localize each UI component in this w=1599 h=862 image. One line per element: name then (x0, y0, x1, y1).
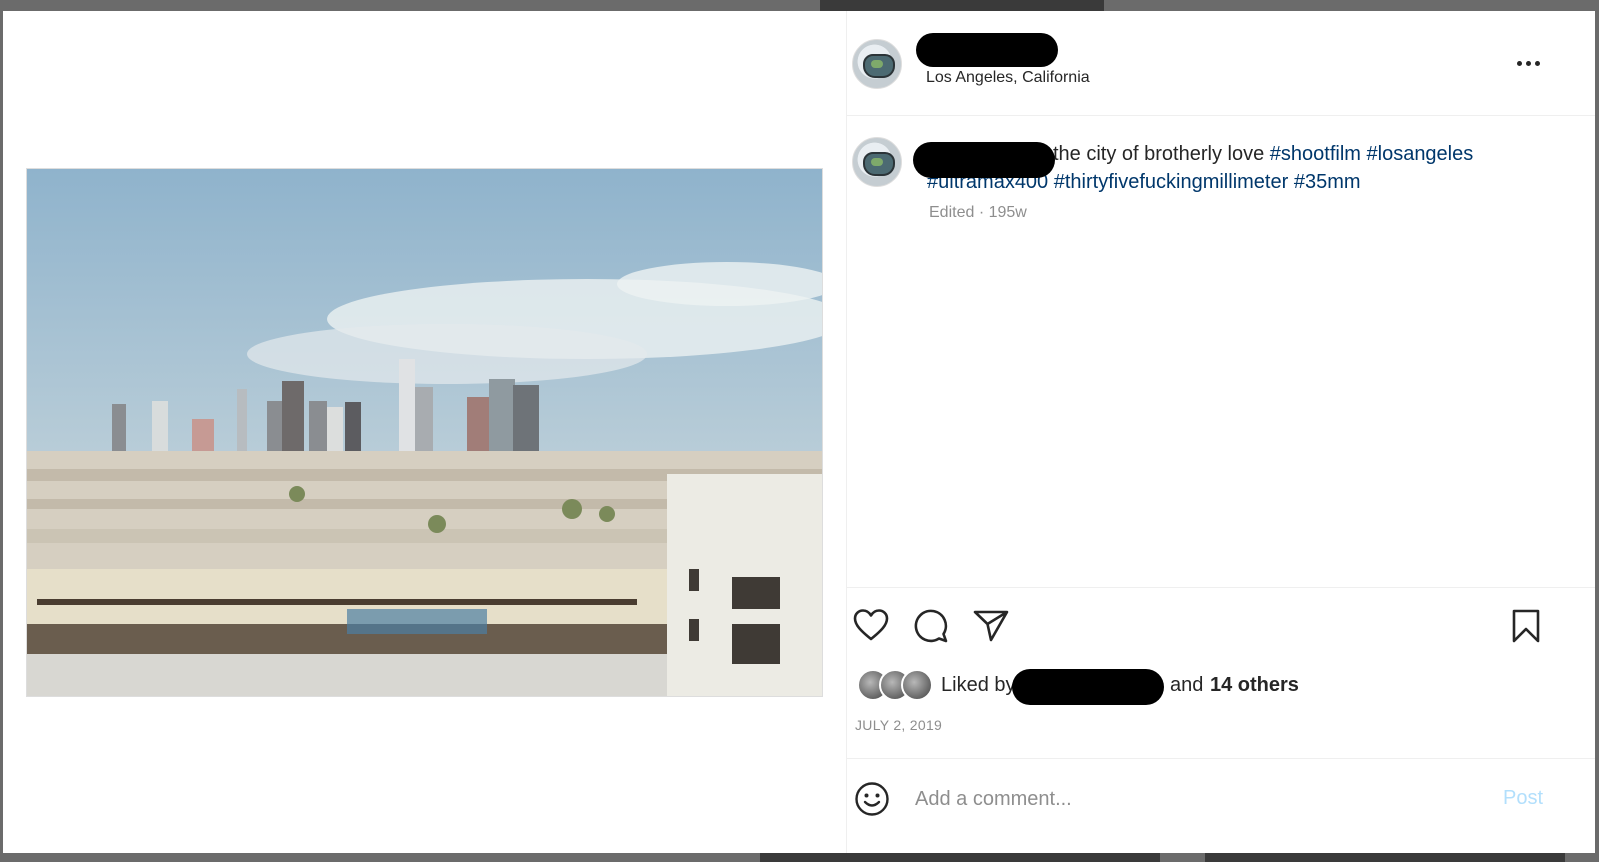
hashtag-link[interactable]: #losangeles (1367, 143, 1474, 165)
actions-divider (847, 587, 1595, 588)
bookmark-icon[interactable] (1511, 609, 1541, 648)
more-options-icon[interactable] (1511, 49, 1551, 77)
caption-body: the city of brotherly love (1053, 143, 1270, 165)
emoji-icon[interactable] (854, 781, 890, 822)
post-modal: Los Angeles, California the city of brot… (3, 11, 1595, 853)
post-sidebar: Los Angeles, California the city of brot… (847, 11, 1595, 853)
post-media-pane (3, 11, 846, 853)
redacted-liker-name (1012, 669, 1164, 705)
post-header: Los Angeles, California (847, 11, 1595, 116)
heart-icon[interactable] (853, 608, 889, 647)
post-date[interactable]: JULY 2, 2019 (855, 717, 942, 733)
hashtag-link[interactable]: #35mm (1294, 171, 1361, 193)
post-location[interactable]: Los Angeles, California (926, 69, 1090, 87)
likes-summary: Liked by and 14 others (857, 669, 1557, 705)
comment-input[interactable] (913, 783, 1477, 815)
likes-others-link[interactable]: 14 others (1210, 674, 1299, 697)
caption-meta: Edited · 195w (929, 204, 1027, 221)
background-thumbnail (1205, 853, 1565, 862)
author-avatar[interactable] (852, 39, 902, 89)
background-thumbnail (820, 0, 1104, 11)
paper-plane-icon[interactable] (973, 609, 1009, 648)
background-thumbnail (760, 853, 1160, 862)
redacted-username (916, 33, 1058, 67)
liker-avatar[interactable] (901, 669, 933, 701)
hashtag-link[interactable]: #shootfilm (1270, 143, 1361, 165)
caption-author-avatar[interactable] (852, 137, 902, 187)
comment-divider (847, 758, 1595, 759)
redacted-caption-username (913, 142, 1055, 178)
comment-bubble-icon[interactable] (913, 608, 949, 649)
post-comment-button[interactable]: Post (1503, 787, 1543, 810)
liked-by-label: Liked by (941, 674, 1016, 696)
liked-by-and: and (1170, 674, 1204, 696)
post-photo[interactable] (26, 168, 823, 697)
likes-others-count: 14 others (1210, 674, 1299, 696)
hashtag-link[interactable]: #thirtyfivefuckingmillimeter (1054, 171, 1289, 193)
